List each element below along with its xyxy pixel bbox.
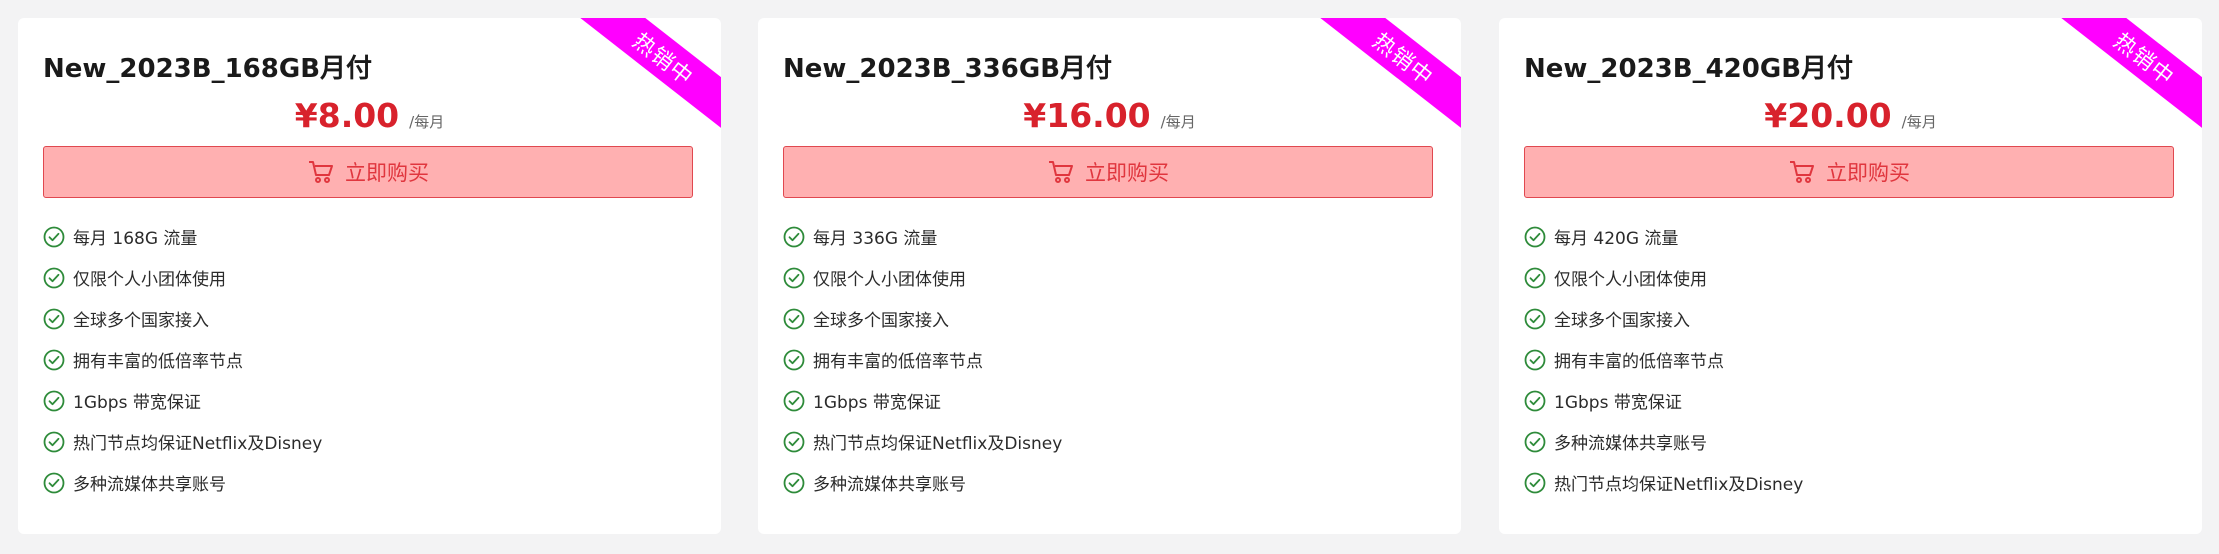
check-circle-icon	[1524, 308, 1546, 330]
check-circle-icon	[1524, 267, 1546, 289]
check-circle-icon	[783, 390, 805, 412]
feature-text: 拥有丰富的低倍率节点	[73, 352, 243, 372]
feature-item: 多种流媒体共享账号	[1524, 421, 1803, 462]
check-circle-icon	[783, 226, 805, 248]
check-circle-icon	[1524, 390, 1546, 412]
feature-text: 仅限个人小团体使用	[1554, 270, 1707, 290]
check-circle-icon	[43, 390, 65, 412]
feature-text: 多种流媒体共享账号	[1554, 434, 1707, 454]
check-circle-icon	[783, 349, 805, 371]
feature-item: 1Gbps 带宽保证	[43, 380, 322, 421]
check-circle-icon	[783, 472, 805, 494]
buy-now-button[interactable]: 立即购买	[1524, 146, 2174, 198]
feature-item: 仅限个人小团体使用	[1524, 257, 1803, 298]
feature-item: 热门节点均保证Netflix及Disney	[783, 421, 1062, 462]
feature-text: 1Gbps 带宽保证	[813, 393, 941, 413]
feature-text: 每月 336G 流量	[813, 229, 938, 249]
feature-item: 仅限个人小团体使用	[43, 257, 322, 298]
plan-price: ¥8.00	[294, 96, 400, 135]
feature-text: 多种流媒体共享账号	[813, 475, 966, 495]
check-circle-icon	[1524, 226, 1546, 248]
plan-title: New_2023B_336GB月付	[783, 54, 1113, 84]
feature-item: 全球多个国家接入	[43, 298, 322, 339]
plan-price: ¥20.00	[1764, 96, 1892, 135]
check-circle-icon	[1524, 349, 1546, 371]
feature-text: 拥有丰富的低倍率节点	[813, 352, 983, 372]
feature-text: 每月 420G 流量	[1554, 229, 1679, 249]
check-circle-icon	[43, 431, 65, 453]
feature-item: 多种流媒体共享账号	[783, 462, 1062, 503]
check-circle-icon	[1524, 431, 1546, 453]
feature-text: 全球多个国家接入	[813, 311, 949, 331]
price-row: ¥16.00/每月	[758, 96, 1461, 135]
plan-card: 热销中 New_2023B_336GB月付 ¥16.00/每月 立即购买 每月 336G…	[758, 18, 1461, 534]
plan-card: 热销中 New_2023B_168GB月付 ¥8.00/每月 立即购买 每月 168G …	[18, 18, 721, 534]
feature-text: 全球多个国家接入	[1554, 311, 1690, 331]
feature-item: 热门节点均保证Netflix及Disney	[43, 421, 322, 462]
feature-text: 热门节点均保证Netflix及Disney	[813, 434, 1063, 454]
feature-item: 全球多个国家接入	[783, 298, 1062, 339]
check-circle-icon	[783, 308, 805, 330]
cart-icon	[307, 159, 335, 185]
feature-item: 拥有丰富的低倍率节点	[1524, 339, 1803, 380]
feature-list: 每月 420G 流量仅限个人小团体使用 全球多个国家接入拥有丰富的低倍率节点 1Gb…	[1524, 216, 1803, 503]
feature-item: 拥有丰富的低倍率节点	[43, 339, 322, 380]
feature-item: 全球多个国家接入	[1524, 298, 1803, 339]
buy-now-label: 立即购买	[1826, 161, 1910, 185]
feature-item: 每月 420G 流量	[1524, 216, 1803, 257]
feature-text: 热门节点均保证Netflix及Disney	[1554, 475, 1804, 495]
check-circle-icon	[1524, 472, 1546, 494]
check-circle-icon	[43, 308, 65, 330]
feature-item: 仅限个人小团体使用	[783, 257, 1062, 298]
feature-text: 多种流媒体共享账号	[73, 475, 226, 495]
feature-item: 1Gbps 带宽保证	[1524, 380, 1803, 421]
plan-price: ¥16.00	[1023, 96, 1151, 135]
price-unit: /每月	[409, 113, 445, 131]
check-circle-icon	[43, 349, 65, 371]
feature-list: 每月 168G 流量仅限个人小团体使用 全球多个国家接入拥有丰富的低倍率节点 1Gb…	[43, 216, 322, 503]
feature-item: 每月 336G 流量	[783, 216, 1062, 257]
feature-text: 仅限个人小团体使用	[813, 270, 966, 290]
buy-now-button[interactable]: 立即购买	[783, 146, 1433, 198]
check-circle-icon	[43, 472, 65, 494]
feature-text: 全球多个国家接入	[73, 311, 209, 331]
feature-item: 热门节点均保证Netflix及Disney	[1524, 462, 1803, 503]
feature-item: 多种流媒体共享账号	[43, 462, 322, 503]
check-circle-icon	[43, 226, 65, 248]
price-row: ¥20.00/每月	[1499, 96, 2202, 135]
feature-text: 热门节点均保证Netflix及Disney	[73, 434, 323, 454]
feature-text: 每月 168G 流量	[73, 229, 198, 249]
check-circle-icon	[783, 267, 805, 289]
feature-item: 每月 168G 流量	[43, 216, 322, 257]
feature-text: 仅限个人小团体使用	[73, 270, 226, 290]
cart-icon	[1788, 159, 1816, 185]
price-unit: /每月	[1160, 113, 1196, 131]
feature-item: 拥有丰富的低倍率节点	[783, 339, 1062, 380]
check-circle-icon	[43, 267, 65, 289]
feature-text: 1Gbps 带宽保证	[73, 393, 201, 413]
plans-container: 热销中 New_2023B_168GB月付 ¥8.00/每月 立即购买 每月 168G …	[0, 0, 2219, 554]
plan-title: New_2023B_168GB月付	[43, 54, 373, 84]
plan-title: New_2023B_420GB月付	[1524, 54, 1854, 84]
price-row: ¥8.00/每月	[18, 96, 721, 135]
feature-list: 每月 336G 流量仅限个人小团体使用 全球多个国家接入拥有丰富的低倍率节点 1Gb…	[783, 216, 1062, 503]
buy-now-label: 立即购买	[1085, 161, 1169, 185]
price-unit: /每月	[1901, 113, 1937, 131]
cart-icon	[1047, 159, 1075, 185]
feature-item: 1Gbps 带宽保证	[783, 380, 1062, 421]
buy-now-button[interactable]: 立即购买	[43, 146, 693, 198]
check-circle-icon	[783, 431, 805, 453]
feature-text: 1Gbps 带宽保证	[1554, 393, 1682, 413]
plan-card: 热销中 New_2023B_420GB月付 ¥20.00/每月 立即购买 每月 420G…	[1499, 18, 2202, 534]
feature-text: 拥有丰富的低倍率节点	[1554, 352, 1724, 372]
buy-now-label: 立即购买	[345, 161, 429, 185]
